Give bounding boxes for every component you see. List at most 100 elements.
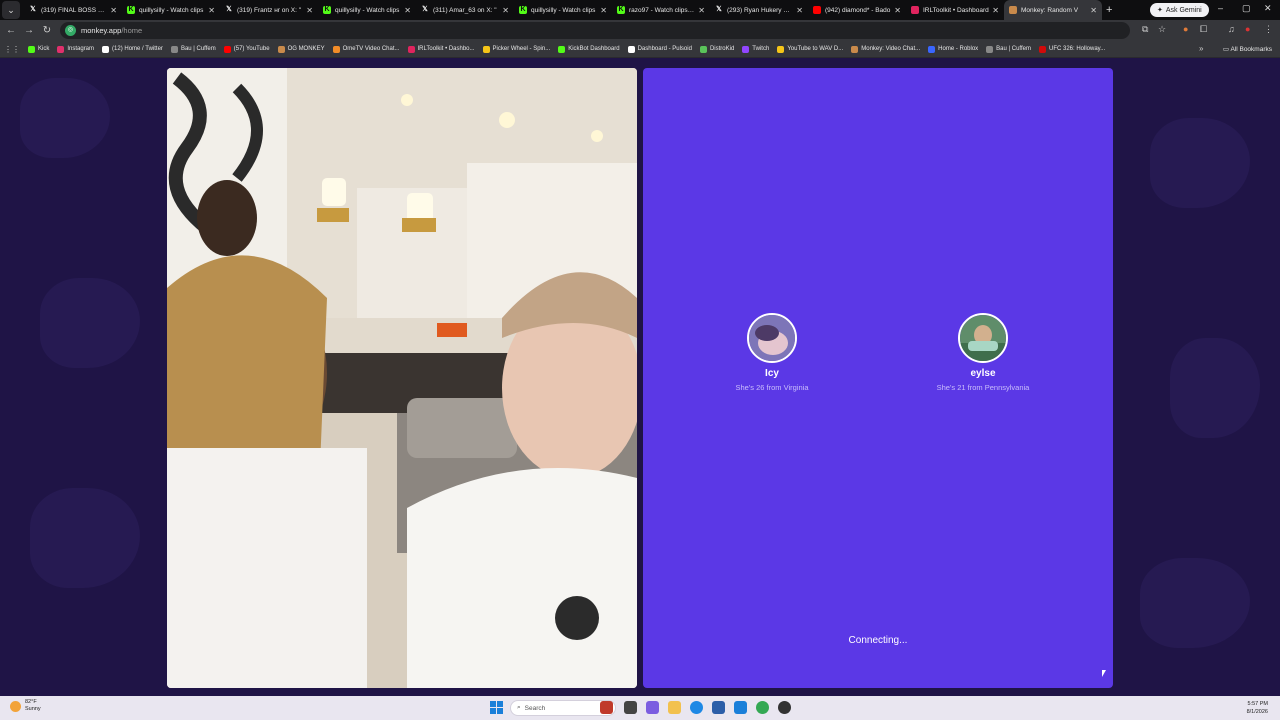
reload-icon[interactable]: ↻: [38, 25, 56, 36]
taskbar-clock[interactable]: 5:57 PM 8/1/2026: [1247, 700, 1268, 716]
bookmark-favicon-icon: [742, 45, 750, 53]
close-tab-icon[interactable]: ✕: [502, 6, 509, 15]
back-icon[interactable]: ←: [2, 25, 20, 36]
background-blob: [20, 78, 110, 158]
browser-tab[interactable]: 𝕏 (311) Amar_63 on X: " ✕: [416, 0, 514, 20]
search-icon: ⌕: [517, 704, 521, 711]
clock-date: 8/1/2026: [1246, 709, 1268, 715]
weather-widget[interactable]: 82°F Sunny: [10, 699, 41, 713]
close-window-icon[interactable]: ✕: [1264, 3, 1272, 14]
windows-start-icon[interactable]: [490, 701, 503, 714]
close-tab-icon[interactable]: ✕: [600, 6, 607, 15]
bookmark-item[interactable]: YouTube to WAV D...: [777, 45, 844, 53]
bookmark-label: OG MONKEY: [287, 46, 325, 52]
close-tab-icon[interactable]: ✕: [698, 6, 705, 15]
close-tab-icon[interactable]: ✕: [796, 6, 803, 15]
bookmark-item[interactable]: Twitch: [742, 45, 769, 53]
obs-icon[interactable]: [778, 701, 791, 714]
edge-icon[interactable]: [690, 701, 703, 714]
address-bar[interactable]: ◎ monkey.app /home: [60, 22, 1130, 39]
browser-tab[interactable]: 𝕏 (293) Ryan Hukery on X ✕: [710, 0, 808, 20]
avatar-photo: [749, 315, 795, 361]
bookmark-star-icon[interactable]: ☆: [1158, 24, 1166, 35]
close-tab-icon[interactable]: ✕: [1090, 6, 1097, 15]
browser-tab[interactable]: (942) diamond* - Bado ✕: [808, 0, 906, 20]
forward-icon[interactable]: →: [20, 25, 38, 36]
site-info-icon[interactable]: ◎: [65, 25, 76, 36]
browser-tab[interactable]: 𝕏 (319) Frantz нr on X: " ✕: [220, 0, 318, 20]
bookmark-item[interactable]: Bau | Cuffem: [170, 45, 216, 53]
tab-title: (311) Amar_63 on X: ": [433, 6, 497, 14]
tab-search-button[interactable]: ⌄: [2, 1, 20, 19]
bookmark-item[interactable]: Home - Roblox: [928, 45, 978, 53]
close-tab-icon[interactable]: ✕: [306, 6, 313, 15]
bookmark-item[interactable]: UFC 326: Holloway...: [1038, 45, 1105, 53]
browser-tab[interactable]: 𝕏 (319) FINAL BOSS ENE ✕: [24, 0, 122, 20]
monkey-icon: [1009, 6, 1017, 14]
ask-gemini-button[interactable]: ✦ Ask Gemini: [1150, 3, 1209, 17]
bookmark-item[interactable]: Kick: [28, 45, 49, 53]
background-blob: [30, 488, 140, 588]
tab-title: quillysilly - Watch clips: [531, 6, 596, 14]
browser-tab[interactable]: Monkey: Random V ✕: [1004, 0, 1102, 20]
close-tab-icon[interactable]: ✕: [894, 6, 901, 15]
close-tab-icon[interactable]: ✕: [110, 6, 117, 15]
media-control-icon[interactable]: ♫: [1228, 24, 1235, 34]
taskbar-shoe-app-icon[interactable]: [600, 701, 613, 714]
tab-title: IRLToolkit • Dashboard: [923, 6, 989, 14]
bookmark-item[interactable]: KickBot Dashboard: [558, 45, 620, 53]
cast-icon[interactable]: ⧉: [1142, 24, 1148, 35]
bookmark-item[interactable]: OmeTV Video Chat...: [332, 45, 400, 53]
bookmarks-overflow-icon[interactable]: »: [1199, 44, 1203, 53]
bookmark-item[interactable]: DistroKid: [699, 45, 734, 53]
minimize-icon[interactable]: –: [1218, 3, 1223, 13]
browser-menu-icon[interactable]: ⋮: [1264, 24, 1273, 35]
bookmark-item[interactable]: Picker Wheel - Spin...: [482, 45, 550, 53]
bookmark-item[interactable]: Dashboard - Pulsoid: [627, 45, 692, 53]
new-tab-button[interactable]: +: [1106, 4, 1112, 16]
match-profile-card[interactable]: eylse She's 21 from Pennsylvania: [893, 313, 1073, 392]
bookmark-item[interactable]: Instagram: [57, 45, 94, 53]
all-bookmarks-button[interactable]: ▭ All Bookmarks: [1223, 45, 1272, 53]
task-view-icon[interactable]: [624, 701, 637, 714]
bookmark-favicon-icon: [57, 45, 65, 53]
copilot-icon[interactable]: [646, 701, 659, 714]
bookmark-item[interactable]: Monkey: Video Chat...: [851, 45, 920, 53]
profile-avatar-icon[interactable]: ●: [1245, 24, 1250, 34]
bookmark-favicon-icon: [223, 45, 231, 53]
browser-tab[interactable]: Kquillysilly - Watch clips ✕: [318, 0, 416, 20]
bookmark-item[interactable]: OG MONKEY: [277, 45, 325, 53]
kick-icon: K: [127, 6, 135, 14]
windows-taskbar: 82°F Sunny ⌕ Search 5:57 PM 8/1/2026: [0, 696, 1280, 720]
chrome-icon[interactable]: [756, 701, 769, 714]
bookmark-item[interactable]: (57) YouTube: [223, 45, 270, 53]
bookmark-item[interactable]: (12) Home / Twitter: [102, 45, 163, 53]
browser-tab[interactable]: IRLToolkit • Dashboard ✕: [906, 0, 1004, 20]
extension-icon[interactable]: ●: [1183, 24, 1188, 34]
tab-title: (319) Frantz нr on X: ": [237, 6, 302, 14]
file-explorer-icon[interactable]: [668, 701, 681, 714]
profile-description: She's 21 from Pennsylvania: [936, 383, 1030, 392]
close-tab-icon[interactable]: ✕: [992, 6, 999, 15]
bookmark-label: Dashboard - Pulsoid: [637, 46, 692, 52]
bookmark-item[interactable]: Bau | Cuffem: [986, 45, 1031, 53]
bookmark-item[interactable]: IRLToolkit • Dashbo...: [407, 45, 475, 53]
mail-icon[interactable]: [734, 701, 747, 714]
store-icon[interactable]: [712, 701, 725, 714]
apps-grid-icon[interactable]: ⋮⋮: [4, 45, 20, 54]
close-tab-icon[interactable]: ✕: [404, 6, 411, 15]
match-profile-card[interactable]: Icy She's 26 from Virginia: [682, 313, 862, 392]
x-icon: 𝕏: [422, 6, 428, 13]
bookmark-label: YouTube to WAV D...: [787, 46, 844, 52]
close-tab-icon[interactable]: ✕: [208, 6, 215, 15]
browser-tab[interactable]: Kquillysilly - Watch clips ✕: [514, 0, 612, 20]
sun-icon: [10, 700, 21, 712]
avatar-photo: [960, 315, 1006, 361]
bookmark-label: Bau | Cuffem: [180, 46, 216, 52]
extensions-puzzle-icon[interactable]: ⧠: [1200, 24, 1207, 35]
browser-tab[interactable]: Krazo97 - Watch clips on ✕: [612, 0, 710, 20]
browser-tab[interactable]: Kquillysilly - Watch clips ✕: [122, 0, 220, 20]
maximize-icon[interactable]: ▢: [1242, 3, 1251, 14]
bookmark-favicon-icon: [407, 45, 415, 53]
tab-strip: ⌄ 𝕏 (319) FINAL BOSS ENE ✕ Kquillysilly - W…: [0, 0, 1280, 20]
